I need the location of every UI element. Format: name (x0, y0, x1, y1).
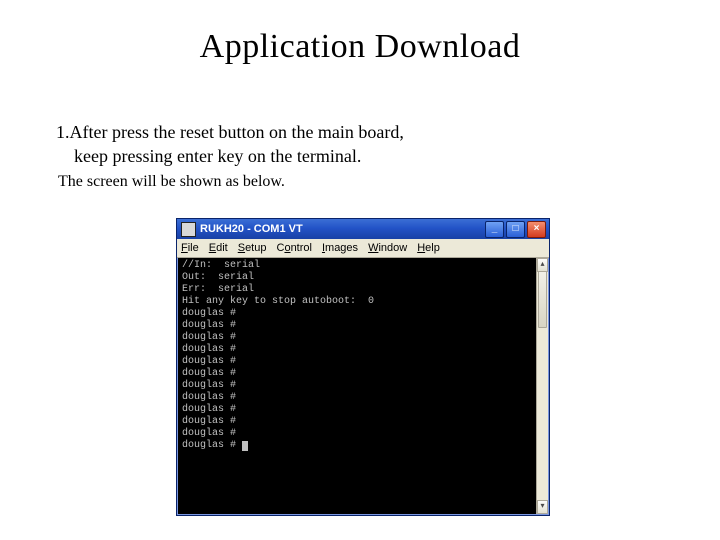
cursor-icon (242, 441, 248, 451)
menu-edit[interactable]: Edit (209, 242, 228, 254)
menu-file[interactable]: File (181, 242, 199, 254)
minimize-button[interactable]: _ (485, 221, 504, 238)
menu-images[interactable]: Images (322, 242, 358, 254)
page-title: Application Download (0, 28, 720, 66)
scroll-down-button[interactable]: ▾ (537, 500, 548, 514)
instruction-line-2: keep pressing enter key on the terminal. (56, 144, 404, 168)
slide: Application Download 1.After press the r… (0, 0, 720, 540)
window-title: RUKH20 - COM1 VT (200, 223, 485, 235)
instruction-text: 1.After press the reset button on the ma… (56, 120, 404, 192)
menu-window[interactable]: Window (368, 242, 407, 254)
titlebar[interactable]: RUKH20 - COM1 VT _ □ × (177, 219, 549, 239)
terminal-window: RUKH20 - COM1 VT _ □ × File Edit Setup C… (176, 218, 550, 516)
maximize-button[interactable]: □ (506, 221, 525, 238)
instruction-line-3: The screen will be shown as below. (56, 171, 404, 193)
terminal-output[interactable]: //In: serial Out: serial Err: serial Hit… (178, 258, 537, 514)
scrollbar[interactable]: ▴ ▾ (536, 258, 548, 514)
menubar: File Edit Setup Control Images Window He… (177, 239, 549, 258)
menu-control[interactable]: Control (276, 242, 311, 254)
instruction-line-1: 1.After press the reset button on the ma… (56, 120, 404, 144)
app-icon (181, 222, 196, 237)
window-buttons: _ □ × (485, 221, 546, 238)
menu-help[interactable]: Help (417, 242, 440, 254)
menu-setup[interactable]: Setup (238, 242, 267, 254)
close-button[interactable]: × (527, 221, 546, 238)
scroll-up-button[interactable]: ▴ (537, 258, 548, 272)
scroll-thumb[interactable] (538, 271, 547, 328)
